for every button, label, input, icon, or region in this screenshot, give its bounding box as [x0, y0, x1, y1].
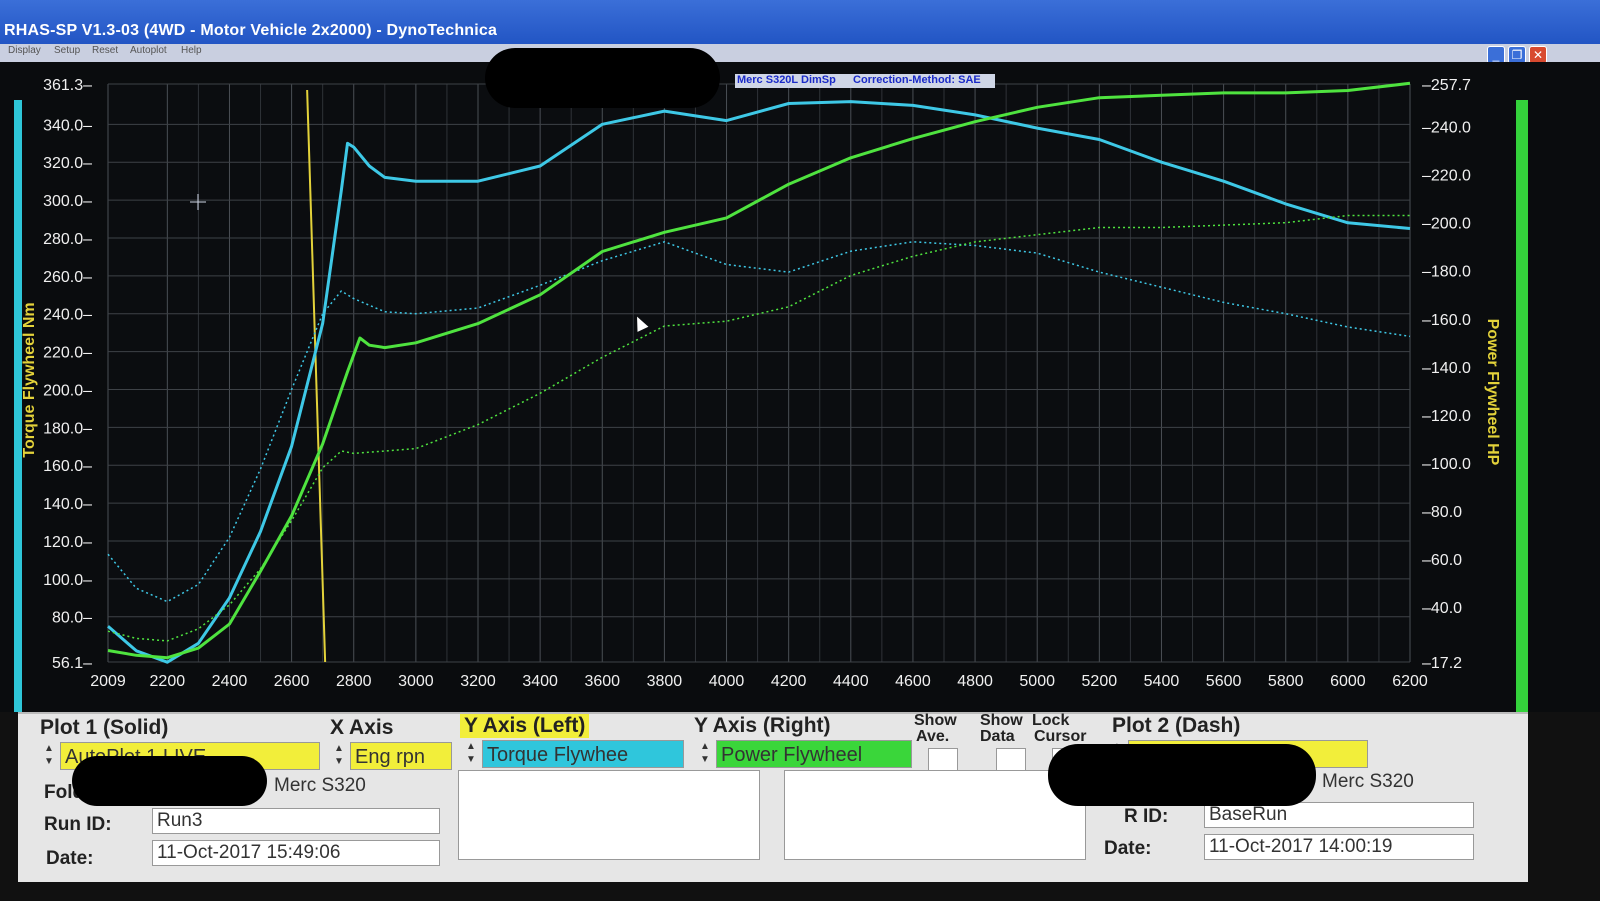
- left-tick-label: 200.0–: [43, 382, 92, 399]
- x-axis-spinner[interactable]: ▲ ▼: [332, 742, 346, 770]
- redaction-mark: [72, 756, 267, 806]
- x-axis-select[interactable]: Eng rpn: [350, 742, 452, 770]
- dyno-chart: 2009 2200 2400 2600 2800 3000 3200 3400 3600 3800…: [21, 77, 1501, 690]
- x-tick-label: 2009: [90, 673, 126, 690]
- right-tick-label: –40.0: [1422, 600, 1462, 617]
- right-tick-label: –180.0: [1422, 264, 1471, 281]
- plot2-folder-field[interactable]: Merc S320: [1318, 770, 1436, 796]
- date-label: Date:: [46, 848, 94, 869]
- x-tick-label: 2600: [274, 673, 310, 690]
- redaction-mark: [1048, 744, 1316, 806]
- left-tick-label: 140.0–: [43, 496, 92, 513]
- x-tick-label: 3800: [647, 673, 683, 690]
- plot2-label: Plot 2 (Dash): [1112, 714, 1241, 737]
- y-axis-right-select[interactable]: Power Flywheel: [716, 740, 912, 768]
- left-tick-label: 80.0–: [52, 610, 92, 627]
- show-ave-label-2: Ave.: [916, 728, 950, 745]
- plot2-run-id-label: R ID:: [1124, 806, 1169, 827]
- right-tick-label: –80.0: [1422, 504, 1462, 521]
- right-tick-label: –220.0: [1422, 168, 1471, 185]
- x-tick-label: 6200: [1392, 673, 1428, 690]
- right-tick-label: –60.0: [1422, 552, 1462, 569]
- left-tick-label: 340.0–: [43, 117, 92, 134]
- y-axis-right-label: Y Axis (Right): [694, 714, 831, 737]
- x-tick-label: 2200: [150, 673, 186, 690]
- y-axis-left-label: Y Axis (Left): [460, 714, 590, 738]
- notes-box-left[interactable]: [458, 770, 760, 860]
- vehicle-name: Merc S320L DimSp: [737, 74, 836, 86]
- show-data-label-2: Data: [980, 728, 1015, 745]
- left-tick-label: 260.0–: [43, 269, 92, 286]
- x-tick-label: 5000: [1019, 673, 1055, 690]
- right-tick-label: –17.2: [1422, 655, 1462, 672]
- plot1-spinner[interactable]: ▲ ▼: [42, 742, 56, 770]
- right-tick-label: –160.0: [1422, 312, 1471, 329]
- torque-color-strip: [14, 100, 22, 712]
- x-tick-label: 3200: [460, 673, 496, 690]
- x-tick-label: 4600: [895, 673, 931, 690]
- x-tick-label: 4200: [771, 673, 807, 690]
- x-tick-label: 6000: [1330, 673, 1366, 690]
- right-tick-label: –100.0: [1422, 456, 1471, 473]
- left-tick-label: 120.0–: [43, 534, 92, 551]
- correction-method: Correction-Method: SAE: [853, 74, 981, 86]
- right-axis-title: Power Flywheel HP: [1484, 319, 1501, 466]
- y-axis-right-spinner[interactable]: ▲ ▼: [698, 740, 712, 768]
- x-tick-label: 3000: [398, 673, 434, 690]
- plot2-date-label: Date:: [1104, 838, 1152, 859]
- x-tick-label: 5800: [1268, 673, 1304, 690]
- run-id-label: Run ID:: [44, 814, 112, 835]
- x-tick-label: 3400: [522, 673, 558, 690]
- x-tick-label: 5600: [1206, 673, 1242, 690]
- left-tick-label: 300.0–: [43, 193, 92, 210]
- left-tick-label: 240.0–: [43, 307, 92, 324]
- x-tick-label: 4400: [833, 673, 869, 690]
- y-axis-left-select[interactable]: Torque Flywhee: [482, 740, 684, 768]
- x-axis-label: X Axis: [330, 716, 394, 739]
- right-tick-label: –120.0: [1422, 408, 1471, 425]
- x-tick-label: 4800: [957, 673, 993, 690]
- folder-field[interactable]: Merc S320: [270, 774, 392, 800]
- right-tick-label: –257.7: [1422, 77, 1471, 94]
- x-tick-label: 2800: [336, 673, 372, 690]
- left-tick-label: 361.3–: [43, 77, 92, 94]
- power-color-strip: [1516, 100, 1528, 712]
- notes-box-right[interactable]: [784, 770, 1086, 860]
- x-tick-label: 5200: [1082, 673, 1118, 690]
- x-tick-label: 4000: [709, 673, 745, 690]
- left-tick-label: 100.0–: [43, 572, 92, 589]
- left-tick-label: 56.1–: [52, 655, 92, 672]
- left-tick-label: 160.0–: [43, 458, 92, 475]
- plot2-date-field[interactable]: 11-Oct-2017 14:00:19: [1204, 834, 1474, 860]
- plot1-label: Plot 1 (Solid): [40, 716, 169, 739]
- left-tick-label: 280.0–: [43, 231, 92, 248]
- right-tick-label: –240.0: [1422, 120, 1471, 137]
- dyno-window: RHAS-SP V1.3-03 (4WD - Motor Vehicle 2x2…: [0, 0, 1600, 901]
- y-axis-left-spinner[interactable]: ▲ ▼: [464, 740, 478, 768]
- plot-area: [108, 84, 1410, 662]
- left-axis-title: Torque Flywheel Nm: [21, 302, 38, 457]
- date-field[interactable]: 11-Oct-2017 15:49:06: [152, 840, 440, 866]
- left-tick-label: 220.0–: [43, 345, 92, 362]
- x-tick-label: 2400: [212, 673, 248, 690]
- right-tick-label: –200.0: [1422, 216, 1471, 233]
- x-tick-label: 3600: [584, 673, 620, 690]
- redaction-mark: [485, 48, 720, 108]
- right-tick-label: –140.0: [1422, 360, 1471, 377]
- x-tick-label: 5400: [1144, 673, 1180, 690]
- run-id-field[interactable]: Run3: [152, 808, 440, 834]
- run-info-strip: Merc S320L DimSp Correction-Method: SAE: [735, 74, 995, 88]
- left-tick-label: 180.0–: [43, 420, 92, 437]
- left-tick-label: 320.0–: [43, 155, 92, 172]
